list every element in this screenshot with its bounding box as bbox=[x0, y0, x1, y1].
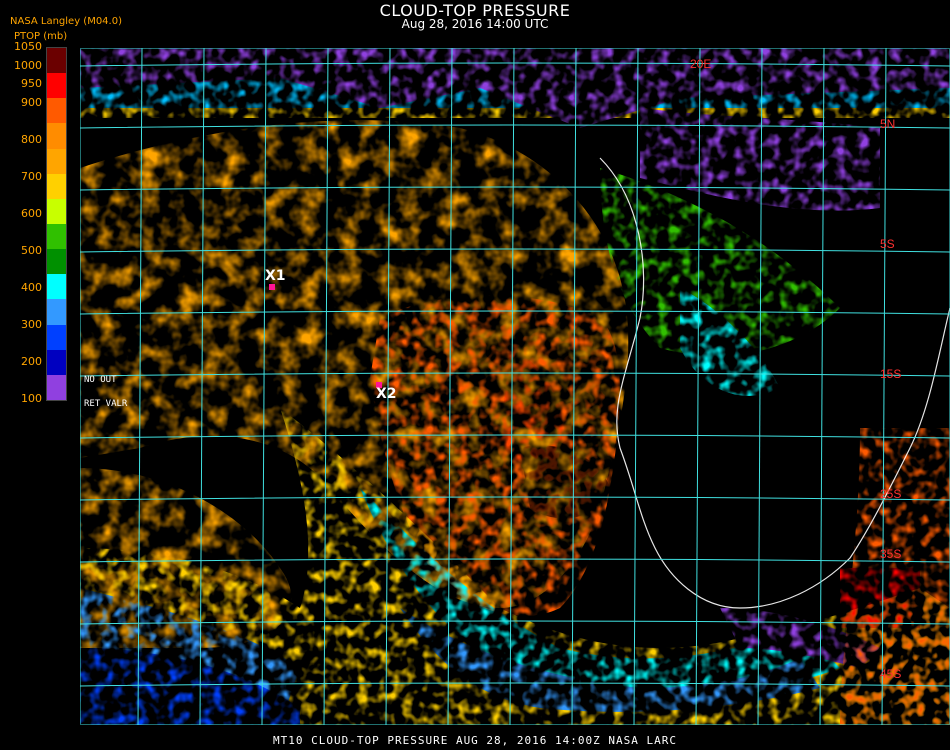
map-timestamp: Aug 28, 2016 14:00 UTC bbox=[401, 17, 549, 31]
legend-tick-label: 1000 bbox=[14, 58, 42, 72]
legend-swatch bbox=[47, 249, 66, 275]
legend-tick-label: 800 bbox=[21, 132, 42, 146]
legend-swatch bbox=[47, 224, 66, 250]
legend-tick-label: 900 bbox=[21, 95, 42, 109]
legend-swatch bbox=[47, 274, 66, 300]
legend-swatch bbox=[47, 299, 66, 326]
footer-caption: MT10 CLOUD-TOP PRESSURE AUG 28, 2016 14:… bbox=[273, 734, 677, 747]
legend-ret-valr: RET VALR bbox=[84, 399, 128, 409]
legend-swatch bbox=[47, 173, 66, 200]
legend-tick-label: 200 bbox=[21, 354, 42, 368]
marker-x1-label: X1 bbox=[265, 268, 286, 284]
legend-tick-label: 300 bbox=[21, 317, 42, 331]
legend-swatch bbox=[47, 148, 66, 175]
legend-swatch bbox=[47, 349, 66, 376]
legend-tick-label: 500 bbox=[21, 243, 42, 257]
legend-tick-label: 600 bbox=[21, 206, 42, 220]
legend-swatch bbox=[47, 98, 66, 124]
cloud-top-pressure-map-screen: CLOUD-TOP PRESSURE Aug 28, 2016 14:00 UT… bbox=[0, 0, 950, 750]
grid-label-lat: 15S bbox=[880, 367, 901, 381]
legend-swatch bbox=[47, 374, 66, 401]
legend-tick-label: 1050 bbox=[14, 40, 42, 53]
marker-x2-label: X2 bbox=[376, 386, 397, 402]
grid-label-lat: 5N bbox=[880, 117, 895, 131]
grid-label-lat: 5S bbox=[880, 237, 895, 251]
grid-label-lat: 25S bbox=[880, 487, 901, 501]
legend-swatch bbox=[47, 123, 66, 150]
legend-tick-label: 950 bbox=[21, 77, 42, 91]
producer-label: NASA Langley (M04.0) bbox=[10, 16, 122, 27]
legend-no-out: NO OUT bbox=[84, 375, 117, 385]
legend-swatch bbox=[47, 198, 66, 225]
legend-swatch bbox=[47, 324, 66, 351]
legend-swatch bbox=[47, 48, 66, 74]
legend-tick-label: 400 bbox=[21, 280, 42, 294]
grid-label-lon: 20E bbox=[690, 57, 711, 71]
legend-tick-label: 100 bbox=[21, 392, 42, 405]
marker-x1-point bbox=[269, 284, 275, 290]
color-legend bbox=[46, 47, 67, 401]
legend-swatch bbox=[47, 73, 66, 99]
cloud-top-pressure-map: 20E 5N 5S 15S 25S 35S 45S bbox=[80, 48, 950, 725]
grid-label-lat: 45S bbox=[880, 667, 901, 681]
grid-label-lat: 35S bbox=[880, 547, 901, 561]
legend-tick-label: 700 bbox=[21, 169, 42, 183]
